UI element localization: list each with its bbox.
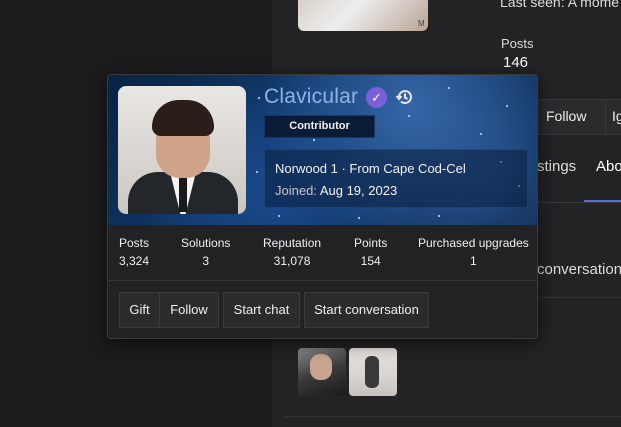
joined-label: Joined:: [275, 183, 320, 198]
background-avatar-mark: M: [418, 19, 425, 28]
stat-label: Solutions: [181, 236, 231, 250]
member-username[interactable]: Clavicular: [264, 85, 358, 109]
member-avatar[interactable]: [118, 86, 246, 214]
background-avatar[interactable]: [298, 0, 428, 31]
stat-value: 31,078: [273, 254, 311, 268]
background-follow-button[interactable]: Follow: [546, 108, 586, 124]
tabs-divider: [537, 202, 621, 203]
member-location: Norwood 1 · From Cape Cod-Cel: [275, 161, 466, 176]
background-conversation-text[interactable]: conversation: [537, 261, 621, 278]
stat-value: 3,324: [119, 254, 150, 268]
gift-button[interactable]: Gift: [119, 292, 160, 328]
stat-label: Points: [354, 236, 388, 250]
background-thumbnail[interactable]: [349, 348, 397, 396]
stat-label: Reputation: [263, 236, 322, 250]
tab-postings[interactable]: stings: [537, 158, 576, 175]
follow-button[interactable]: Follow: [159, 292, 219, 328]
background-ignore-button[interactable]: Ig: [605, 101, 621, 133]
stat-value: 3: [202, 254, 210, 268]
member-actions: Gift Follow Start chat Start conversatio…: [108, 281, 537, 338]
member-info-box: Norwood 1 · From Cape Cod-Cel Joined: Au…: [264, 149, 528, 208]
stat-points[interactable]: Points 154: [354, 236, 387, 268]
stat-solutions[interactable]: Solutions 3: [181, 236, 230, 268]
start-chat-button[interactable]: Start chat: [223, 292, 300, 328]
stat-posts[interactable]: Posts 3,324: [119, 236, 149, 268]
member-stats: Posts 3,324 Solutions 3 Reputation 31,07…: [108, 225, 537, 281]
stat-purchased-upgrades[interactable]: Purchased upgrades 1: [418, 236, 529, 268]
history-icon[interactable]: [395, 87, 415, 107]
background-divider: [537, 297, 621, 298]
active-tab-indicator: [584, 200, 621, 202]
stat-label: Purchased upgrades: [418, 236, 529, 250]
stat-value: 154: [360, 254, 381, 268]
member-tooltip-card: Clavicular ✓ Contributor Norwood 1 · Fro…: [107, 74, 538, 339]
background-divider: [285, 416, 621, 417]
role-badge: Contributor: [264, 115, 375, 138]
check-badge-icon: ✓: [366, 87, 387, 108]
background-thumbnail[interactable]: [298, 348, 346, 396]
member-joined: Joined: Aug 19, 2023: [275, 183, 397, 198]
background-posts-value: 146: [503, 54, 529, 71]
background-posts-label: Posts: [501, 36, 534, 51]
tab-about[interactable]: Abo: [596, 158, 621, 175]
stat-label: Posts: [119, 236, 150, 250]
stat-reputation[interactable]: Reputation 31,078: [263, 236, 321, 268]
stat-value: 1: [470, 254, 477, 268]
start-conversation-button[interactable]: Start conversation: [304, 292, 429, 328]
joined-date: Aug 19, 2023: [319, 183, 398, 198]
last-seen-text: Last seen: A mome: [500, 0, 620, 10]
